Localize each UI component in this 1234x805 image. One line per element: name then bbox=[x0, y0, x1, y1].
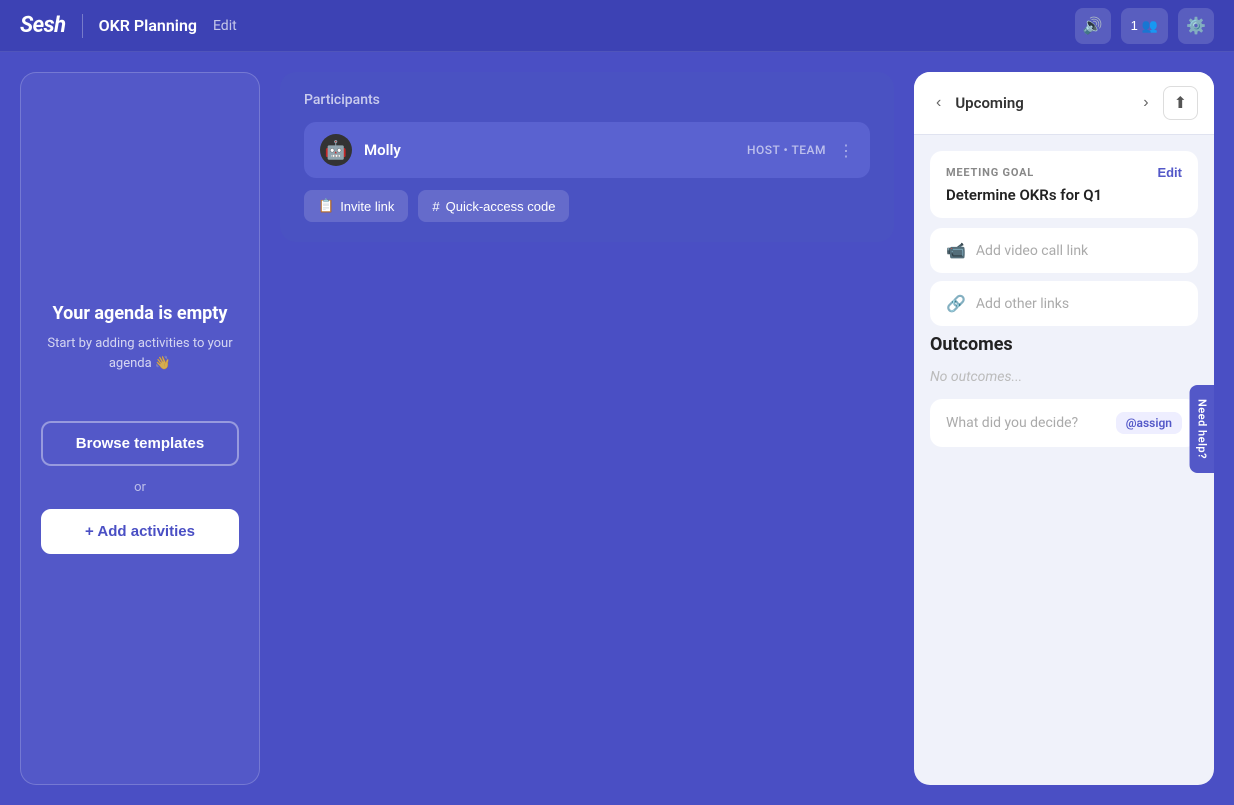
right-panel: ‹ Upcoming › ⬆ MEETING GOAL Edit Determi… bbox=[914, 72, 1214, 785]
center-panel: Participants 🤖 Molly HOST • TEAM ⋮ 📋 Inv… bbox=[280, 72, 894, 785]
outcome-input-row[interactable]: What did you decide? @assign bbox=[930, 399, 1198, 447]
invite-link-label: Invite link bbox=[340, 199, 394, 214]
no-outcomes-text: No outcomes... bbox=[930, 369, 1198, 385]
add-other-links-label: Add other links bbox=[976, 296, 1069, 312]
right-panel-header: ‹ Upcoming › ⬆ bbox=[914, 72, 1214, 135]
assign-badge[interactable]: @assign bbox=[1116, 412, 1182, 434]
nav-next-button[interactable]: › bbox=[1137, 90, 1154, 116]
app-logo: Sesh bbox=[20, 13, 66, 38]
meeting-goal-value: Determine OKRs for Q1 bbox=[946, 186, 1182, 204]
video-icon: 📹 bbox=[946, 241, 966, 260]
edit-link[interactable]: Edit bbox=[213, 18, 237, 34]
invite-row: 📋 Invite link # Quick-access code bbox=[304, 190, 870, 222]
header-actions: 🔊 1 👥 ⚙️ bbox=[1075, 8, 1214, 44]
meeting-goal-section: MEETING GOAL Edit Determine OKRs for Q1 bbox=[930, 151, 1198, 218]
settings-button[interactable]: ⚙️ bbox=[1178, 8, 1214, 44]
page-title: OKR Planning bbox=[99, 16, 197, 35]
upcoming-label: Upcoming bbox=[955, 94, 1129, 112]
participant-name: Molly bbox=[364, 141, 735, 159]
outcomes-label: Outcomes bbox=[930, 334, 1198, 355]
participant-menu-icon[interactable]: ⋮ bbox=[838, 141, 854, 160]
participants-count: 1 bbox=[1131, 18, 1138, 33]
participant-role: HOST • TEAM bbox=[747, 143, 826, 157]
share-icon: ⬆ bbox=[1174, 95, 1187, 112]
add-other-links[interactable]: 🔗 Add other links bbox=[930, 281, 1198, 326]
app-header: Sesh OKR Planning Edit 🔊 1 👥 ⚙️ bbox=[0, 0, 1234, 52]
add-activities-button[interactable]: + Add activities bbox=[41, 509, 239, 554]
add-video-call-label: Add video call link bbox=[976, 243, 1088, 259]
participants-button[interactable]: 1 👥 bbox=[1121, 8, 1168, 44]
participants-section: Participants 🤖 Molly HOST • TEAM ⋮ 📋 Inv… bbox=[280, 72, 894, 242]
audio-button[interactable]: 🔊 bbox=[1075, 8, 1111, 44]
link-icon: 🔗 bbox=[946, 294, 966, 313]
participant-avatar: 🤖 bbox=[320, 134, 352, 166]
or-divider: or bbox=[134, 480, 146, 495]
quick-access-button[interactable]: # Quick-access code bbox=[418, 190, 569, 222]
participants-icon: 👥 bbox=[1142, 18, 1158, 34]
invite-link-button[interactable]: 📋 Invite link bbox=[304, 190, 408, 222]
quick-access-label: Quick-access code bbox=[446, 199, 556, 214]
participants-label: Participants bbox=[304, 92, 870, 108]
outcome-placeholder: What did you decide? bbox=[946, 415, 1078, 431]
need-help-tab[interactable]: Need help? bbox=[1189, 384, 1214, 472]
meeting-goal-header: MEETING GOAL Edit bbox=[946, 165, 1182, 180]
participant-row: 🤖 Molly HOST • TEAM ⋮ bbox=[304, 122, 870, 178]
agenda-panel: Your agenda is empty Start by adding act… bbox=[20, 72, 260, 785]
right-panel-body: MEETING GOAL Edit Determine OKRs for Q1 … bbox=[914, 135, 1214, 785]
agenda-empty-subtitle: Start by adding activities to your agend… bbox=[41, 334, 239, 373]
meeting-goal-edit-button[interactable]: Edit bbox=[1157, 165, 1182, 180]
header-divider bbox=[82, 14, 83, 38]
meeting-goal-label: MEETING GOAL bbox=[946, 166, 1034, 179]
main-content: Your agenda is empty Start by adding act… bbox=[0, 52, 1234, 805]
hash-icon: # bbox=[432, 199, 439, 214]
browse-templates-button[interactable]: Browse templates bbox=[41, 421, 239, 466]
nav-prev-button[interactable]: ‹ bbox=[930, 90, 947, 116]
invite-link-icon: 📋 bbox=[318, 198, 334, 214]
add-video-call-link[interactable]: 📹 Add video call link bbox=[930, 228, 1198, 273]
agenda-empty-title: Your agenda is empty bbox=[53, 303, 228, 324]
share-button[interactable]: ⬆ bbox=[1163, 86, 1198, 120]
outcomes-section: Outcomes No outcomes... What did you dec… bbox=[930, 334, 1198, 447]
